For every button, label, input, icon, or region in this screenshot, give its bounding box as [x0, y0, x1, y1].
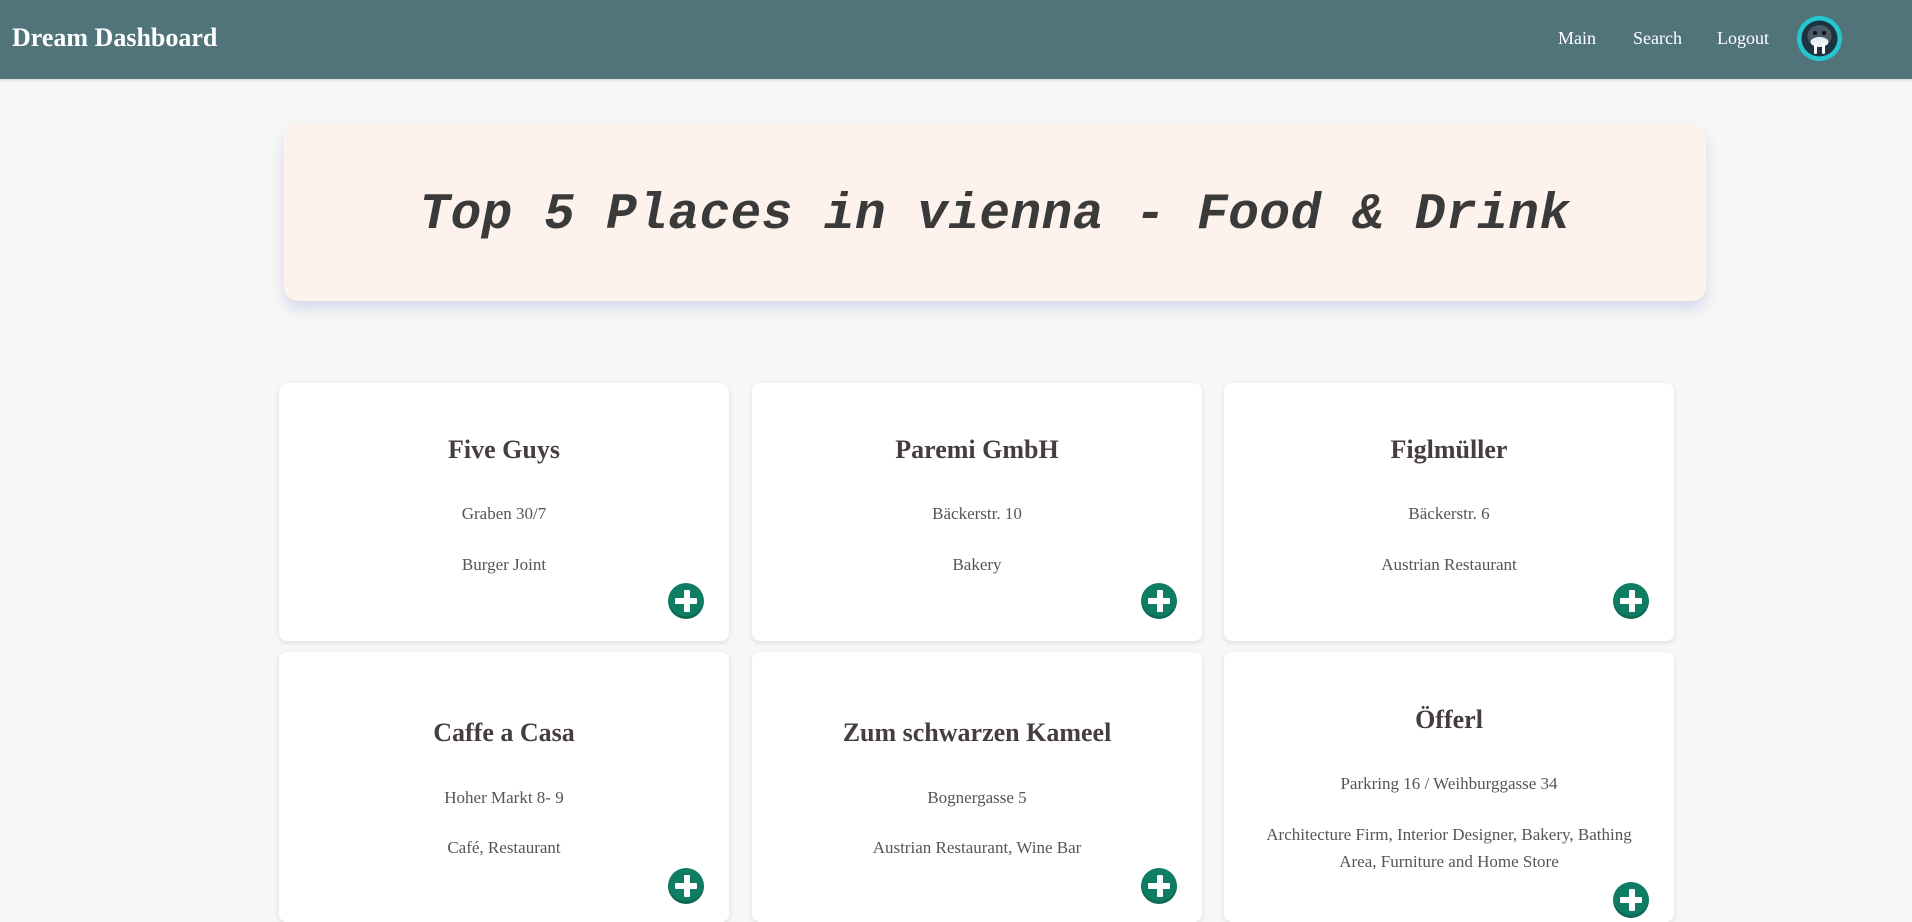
place-address: Bäckerstr. 10 [932, 504, 1022, 523]
brand-title[interactable]: Dream Dashboard [12, 22, 217, 54]
plus-circle-icon[interactable] [1613, 583, 1649, 619]
place-address: Parkring 16 / Weihburggasse 34 [1340, 774, 1558, 793]
place-address: Bäckerstr. 6 [1408, 504, 1490, 523]
place-card: Öfferl Parkring 16 / Weihburggasse 34 Ar… [1224, 652, 1674, 922]
place-card: Zum schwarzen Kameel Bognergasse 5 Austr… [752, 652, 1202, 922]
place-category: Bakery [952, 555, 1002, 574]
place-category: Austrian Restaurant, Wine Bar [872, 838, 1082, 857]
place-name: Five Guys [448, 435, 560, 464]
user-avatar[interactable] [1797, 16, 1842, 61]
place-address: Graben 30/7 [461, 504, 547, 523]
place-category: Austrian Restaurant [1381, 555, 1517, 574]
top-navbar: Dream Dashboard Main Search Logout [0, 0, 1912, 79]
page-title: Top 5 Places in vienna - Food & Drink [419, 186, 1571, 244]
place-card: Five Guys Graben 30/7 Burger Joint [279, 383, 729, 641]
nav-logout-link[interactable]: Logout [1717, 27, 1769, 49]
place-category: Café, Restaurant [447, 838, 561, 857]
plus-circle-icon[interactable] [1141, 868, 1177, 904]
place-address: Hoher Markt 8- 9 [444, 788, 564, 807]
place-card: Paremi GmbH Bäckerstr. 10 Bakery [752, 383, 1202, 641]
place-card: Caffe a Casa Hoher Markt 8- 9 Café, Rest… [279, 652, 729, 922]
plus-circle-icon[interactable] [668, 583, 704, 619]
place-name: Figlmüller [1390, 435, 1508, 464]
nav-search-link[interactable]: Search [1633, 27, 1682, 49]
place-name: Caffe a Casa [433, 718, 575, 747]
plus-circle-icon[interactable] [668, 868, 704, 904]
place-name: Öfferl [1415, 705, 1483, 734]
plus-circle-icon[interactable] [1141, 583, 1177, 619]
place-category: Burger Joint [461, 555, 547, 574]
plus-circle-icon[interactable] [1613, 882, 1649, 918]
place-name: Paremi GmbH [895, 435, 1059, 464]
walrus-avatar-icon [1797, 16, 1842, 61]
nav-main-link[interactable]: Main [1558, 27, 1596, 49]
place-name: Zum schwarzen Kameel [842, 718, 1112, 747]
place-card: Figlmüller Bäckerstr. 6 Austrian Restaur… [1224, 383, 1674, 641]
page-title-card: Top 5 Places in vienna - Food & Drink [284, 125, 1706, 301]
place-category: Architecture Firm, Interior Designer, Ba… [1266, 825, 1632, 871]
place-address: Bognergasse 5 [927, 788, 1027, 807]
